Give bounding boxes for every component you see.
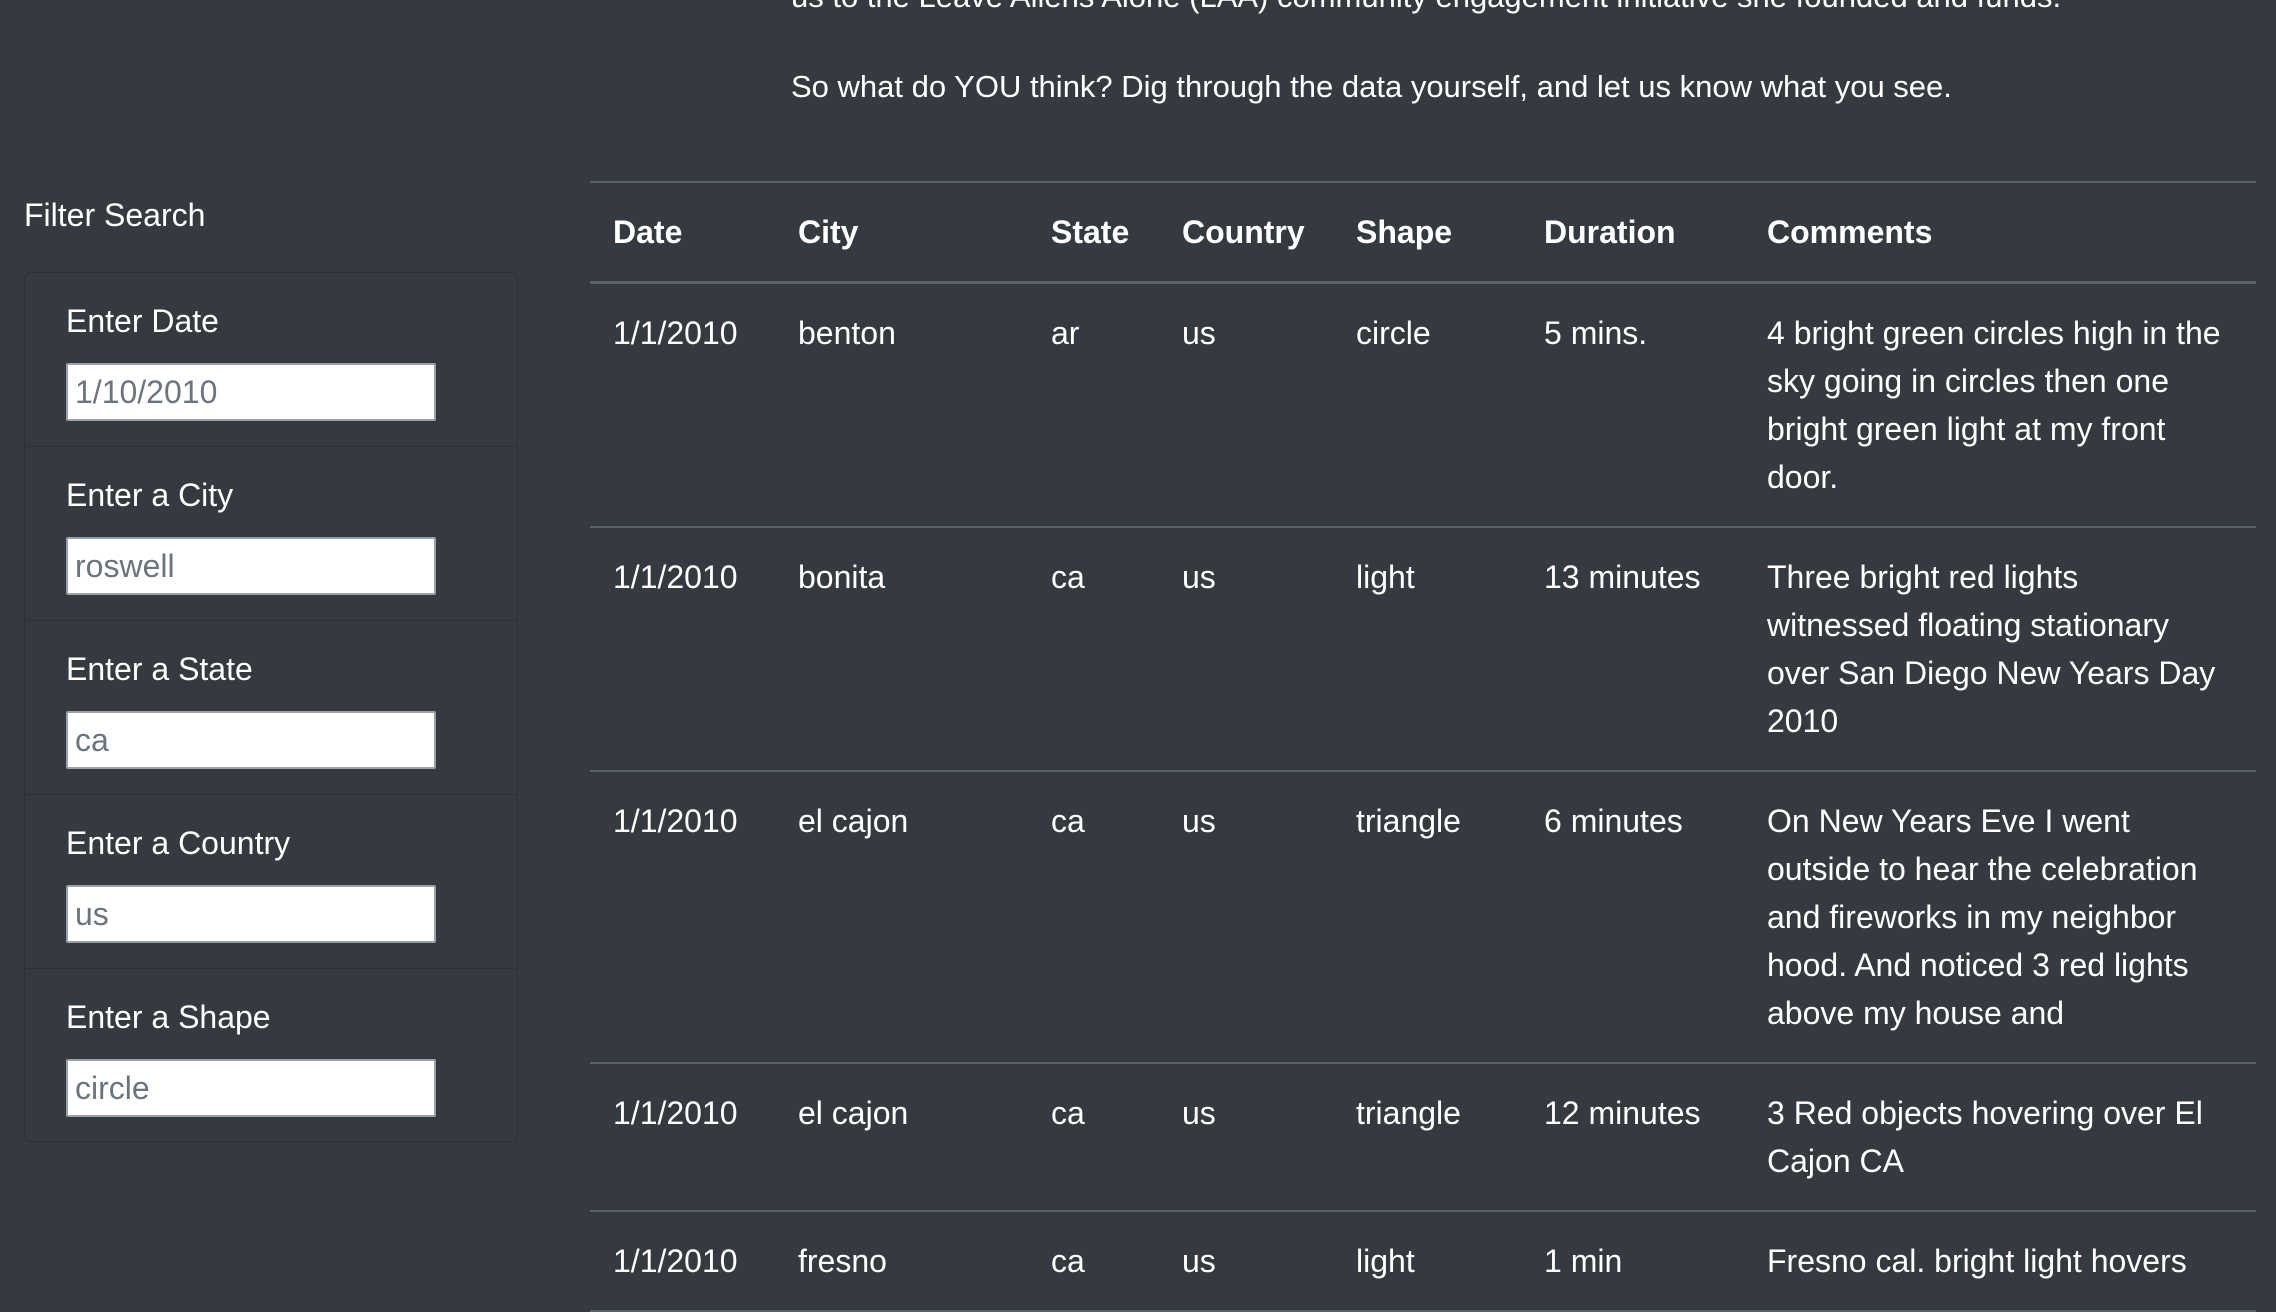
- cell-state: ca: [1028, 1063, 1159, 1212]
- cell-shape: triangle: [1333, 1063, 1521, 1212]
- cell-comments: 4 bright green circles high in the sky g…: [1744, 282, 2256, 528]
- header-state: State: [1028, 181, 1159, 284]
- header-duration: Duration: [1521, 181, 1744, 284]
- cell-country: us: [1159, 282, 1333, 528]
- cell-duration: 5 mins.: [1521, 282, 1744, 528]
- city-input[interactable]: [66, 537, 436, 595]
- cell-comments: On New Years Eve I went outside to hear …: [1744, 771, 2256, 1064]
- cell-date: 1/1/2010: [590, 1063, 775, 1212]
- cell-date: 1/1/2010: [590, 282, 775, 528]
- filter-panel: Enter Date Enter a City Enter a State En…: [24, 272, 518, 1142]
- cell-country: us: [1159, 1211, 1333, 1312]
- state-label: Enter a State: [66, 651, 253, 687]
- country-label: Enter a Country: [66, 825, 291, 861]
- filter-shape-item: Enter a Shape: [25, 969, 517, 1143]
- cell-date: 1/1/2010: [590, 771, 775, 1064]
- cell-shape: light: [1333, 527, 1521, 772]
- header-shape: Shape: [1333, 181, 1521, 284]
- cell-state: ca: [1028, 771, 1159, 1064]
- table-row: 1/1/2010 benton ar us circle 5 mins. 4 b…: [590, 282, 2256, 528]
- cell-city: el cajon: [775, 771, 1028, 1064]
- shape-input[interactable]: [66, 1059, 436, 1117]
- cell-city: fresno: [775, 1211, 1028, 1312]
- cell-city: bonita: [775, 527, 1028, 772]
- cell-country: us: [1159, 1063, 1333, 1212]
- cell-shape: circle: [1333, 282, 1521, 528]
- header-country: Country: [1159, 181, 1333, 284]
- cell-duration: 12 minutes: [1521, 1063, 1744, 1212]
- state-input[interactable]: [66, 711, 436, 769]
- filter-state-item: Enter a State: [25, 621, 517, 795]
- cell-city: benton: [775, 282, 1028, 528]
- ufo-table-container: Date City State Country Shape Duration C…: [590, 181, 2256, 1312]
- cell-state: ar: [1028, 282, 1159, 528]
- cell-comments: Fresno cal. bright light hovers: [1744, 1211, 2256, 1312]
- header-city: City: [775, 181, 1028, 284]
- table-row: 1/1/2010 fresno ca us light 1 min Fresno…: [590, 1211, 2256, 1312]
- date-label: Enter Date: [66, 303, 219, 339]
- date-input[interactable]: [66, 363, 436, 421]
- cell-comments: Three bright red lights witnessed floati…: [1744, 527, 2256, 772]
- table-row: 1/1/2010 el cajon ca us triangle 6 minut…: [590, 771, 2256, 1064]
- cell-state: ca: [1028, 527, 1159, 772]
- intro-paragraph-cut: us to the Leave Aliens Alone (LAA) commu…: [791, 0, 2061, 16]
- cell-shape: triangle: [1333, 771, 1521, 1064]
- intro-question-text: So what do YOU think? Dig through the da…: [791, 69, 1952, 104]
- header-comments: Comments: [1744, 181, 2256, 284]
- cell-date: 1/1/2010: [590, 527, 775, 772]
- cell-duration: 1 min: [1521, 1211, 1744, 1312]
- table-header-row: Date City State Country Shape Duration C…: [590, 181, 2256, 284]
- filter-city-item: Enter a City: [25, 447, 517, 621]
- table-row: 1/1/2010 bonita ca us light 13 minutes T…: [590, 527, 2256, 772]
- cell-shape: light: [1333, 1211, 1521, 1312]
- city-label: Enter a City: [66, 477, 234, 513]
- shape-label: Enter a Shape: [66, 999, 271, 1035]
- cell-country: us: [1159, 527, 1333, 772]
- cell-duration: 13 minutes: [1521, 527, 1744, 772]
- filter-date-item: Enter Date: [25, 273, 517, 447]
- country-input[interactable]: [66, 885, 436, 943]
- cell-comments: 3 Red objects hovering over El Cajon CA: [1744, 1063, 2256, 1212]
- table-row: 1/1/2010 el cajon ca us triangle 12 minu…: [590, 1063, 2256, 1212]
- cell-duration: 6 minutes: [1521, 771, 1744, 1064]
- cell-city: el cajon: [775, 1063, 1028, 1212]
- cell-state: ca: [1028, 1211, 1159, 1312]
- cell-date: 1/1/2010: [590, 1211, 775, 1312]
- ufo-sightings-table: Date City State Country Shape Duration C…: [590, 181, 2256, 1312]
- filter-search-title: Filter Search: [24, 197, 206, 233]
- cell-country: us: [1159, 771, 1333, 1064]
- filter-country-item: Enter a Country: [25, 795, 517, 969]
- header-date: Date: [590, 181, 775, 284]
